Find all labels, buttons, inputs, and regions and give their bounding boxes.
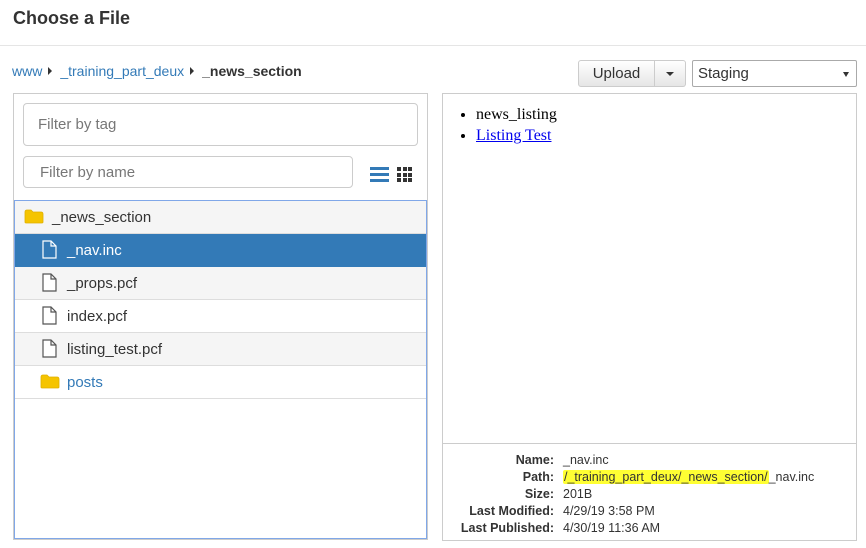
preview-item-link: Listing Test [476, 125, 557, 146]
file-list: _news_section _nav.inc _props.pcf index.… [14, 200, 427, 539]
breadcrumb-item-training-part-deux[interactable]: _training_part_deux [60, 63, 184, 79]
upload-button[interactable]: Upload [578, 60, 655, 87]
file-name: _props.pcf [67, 275, 138, 292]
file-icon [42, 339, 57, 358]
listing-test-link[interactable]: Listing Test [476, 127, 551, 144]
caret-down-icon [666, 71, 674, 76]
file-name: _news_section [52, 209, 152, 226]
file-icon [42, 306, 57, 325]
folder-icon [40, 374, 60, 389]
upload-button-group: Upload [578, 60, 686, 87]
file-details: Name: _nav.inc Path: /_training_part_deu… [443, 452, 856, 537]
file-icon [42, 240, 57, 259]
file-row-nav-inc[interactable]: _nav.inc [15, 234, 426, 267]
environment-select-value: Staging [698, 65, 749, 82]
dialog-title: Choose a File [13, 8, 131, 28]
environment-select[interactable]: Staging [692, 60, 857, 87]
file-browser-panel: _news_section _nav.inc _props.pcf index.… [13, 93, 428, 540]
breadcrumb-current: _news_section [202, 63, 302, 79]
file-row-news-section[interactable]: _news_section [15, 201, 426, 234]
filter-by-name-input[interactable] [23, 156, 353, 188]
detail-name: Name: _nav.inc [515, 453, 609, 467]
file-row-index-pcf[interactable]: index.pcf [15, 300, 426, 333]
detail-last-published: Last Published: 4/30/19 11:36 AM [460, 521, 661, 535]
preview-list: news_listing Listing Test [476, 104, 557, 146]
breadcrumb-item-www[interactable]: www [12, 63, 42, 79]
chevron-right-icon [190, 67, 195, 75]
dialog-header: Choose a File [0, 0, 866, 46]
list-view-icon[interactable] [370, 167, 389, 182]
file-name: posts [67, 374, 103, 391]
file-preview-panel: news_listing Listing Test Name: _nav.inc… [442, 93, 857, 541]
upload-dropdown-toggle[interactable] [655, 60, 686, 87]
preview-item: news_listing [476, 104, 557, 125]
path-highlight: /_training_part_deux/_news_section/ [563, 470, 769, 484]
chevron-right-icon [48, 67, 53, 75]
file-icon [42, 273, 57, 292]
preview-area: news_listing Listing Test [443, 94, 856, 444]
grid-view-icon[interactable] [397, 167, 412, 182]
folder-icon [24, 209, 44, 224]
detail-last-modified: Last Modified: 4/29/19 3:58 PM [469, 504, 655, 518]
breadcrumb: www _training_part_deux _news_section [12, 63, 302, 79]
detail-path: Path: /_training_part_deux/_news_section… [522, 470, 815, 484]
file-name: listing_test.pcf [67, 341, 163, 358]
file-row-props-pcf[interactable]: _props.pcf [15, 267, 426, 300]
detail-size: Size: 201B [524, 487, 593, 501]
filter-by-tag-input[interactable] [23, 103, 418, 146]
file-name: index.pcf [67, 308, 128, 325]
file-row-posts[interactable]: posts [15, 366, 426, 399]
dropdown-arrow-icon [843, 72, 849, 77]
file-name: _nav.inc [67, 242, 122, 259]
file-row-listing-test-pcf[interactable]: listing_test.pcf [15, 333, 426, 366]
